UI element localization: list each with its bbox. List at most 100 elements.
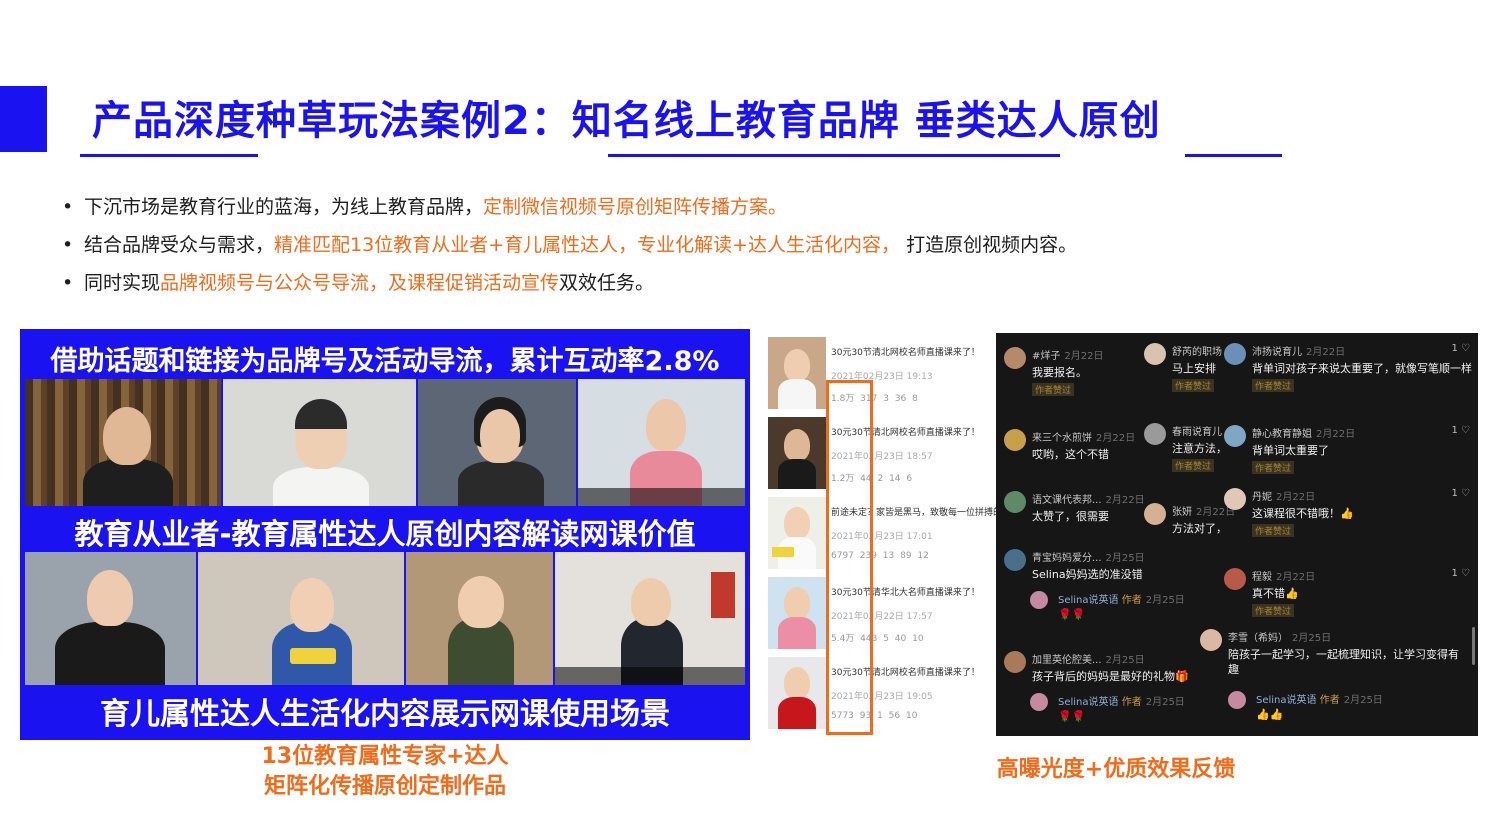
avatar [1144,343,1166,365]
comment-author: 加里英伦腔美... 2月25日 [1032,655,1145,666]
comment-author: 静心教育静姐 2月22日 [1252,429,1356,440]
comment-author: 程毅 2月22日 [1252,572,1316,583]
bullet-text: 结合品牌受众与需求， [84,234,275,256]
comment-text: 哎哟，这个不错 [1032,448,1109,461]
comment-text: 这课程很不错哦！👍 [1252,507,1354,520]
video-caption-strip [578,488,745,506]
title-underline-gap [1060,154,1185,157]
video-post-thumbnail [768,657,826,729]
comment-author: 青宝妈妈爱分... 2月25日 [1032,553,1145,564]
avatar [1144,503,1166,525]
author-liked-tag: 作者赞过 [1252,524,1295,537]
collage-caption-line: 13位教育属性专家+达人 [261,744,509,769]
avatar [1004,429,1026,451]
bullet-text: 同时实现 [84,272,161,294]
avatar [1224,488,1246,510]
comment-text: Selina妈妈选的准没错 [1032,568,1143,581]
bullet-highlight: 品牌视频号与公众号导流，及课程促销活动宣传 [160,272,560,294]
comment-text: 🌹🌹 [1058,608,1086,621]
bullet-highlight: 定制微信视频号原创矩阵传播方案。 [483,196,788,218]
like-count[interactable]: 1 ♡ [1451,425,1470,436]
author-liked-tag: 作者赞过 [1252,604,1295,617]
bullet-text: 打造原创视频内容。 [900,234,1078,256]
collage-banner-top: 借助话题和链接为品牌号及活动导流，累计互动率2.8% [50,346,720,377]
video-post-item[interactable]: 30元30节清华北大名师直播课来了！ 2021年02月22日 17:57 5.4… [768,573,988,651]
title-accent-bar [0,86,47,152]
comment-author: Selina说英语 作者 2月25日 [1058,697,1185,708]
bullet-highlight: 精准匹配13位教育从业者+育儿属性达人，专业化解读+达人生活化内容， [274,234,901,256]
avatar [1200,629,1222,651]
comment-author: 舒芮的职场 [1172,347,1222,358]
video-post-item[interactable]: 30元30节清北网校名师直播课来了！ 2021年02月23日 19:05 577… [768,653,988,731]
author-liked-tag: 作者赞过 [1172,379,1215,392]
avatar [1030,591,1048,609]
view-count-highlight-box [826,380,873,735]
comment-author: 语文课代表邦... 2月22日 [1032,495,1145,506]
comment-author: Selina说英语 作者 2月25日 [1256,695,1383,706]
avatar [1004,549,1026,571]
video-post-title: 30元30节清北网校名师直播课来了！ [831,348,980,358]
bullet-item: • 下沉市场是教育行业的蓝海，为线上教育品牌，定制微信视频号原创矩阵传播方案。 [62,188,1077,226]
comment-text: 背单词太重要了 [1252,444,1329,457]
title-underline-gap [258,154,608,157]
comment-text: 马上安排 [1172,362,1216,375]
video-thumbnail[interactable] [555,552,745,685]
comment-text: 太赞了，很需要 [1032,510,1109,523]
avatar [1224,343,1246,365]
like-count[interactable]: 1 ♡ [1451,343,1470,354]
collage-caption-line: 矩阵化传播原创定制作品 [263,774,506,799]
comment-author: 沛扬说育儿 2月22日 [1252,347,1346,358]
bullet-dot: • [62,234,74,256]
video-thumbnail[interactable] [406,552,553,685]
author-liked-tag: 作者赞过 [1032,383,1075,396]
avatar [1030,693,1048,711]
comment-text: 陪孩子一起学习，一起梳理知识，让学习变得有 [1228,648,1459,661]
video-post-item[interactable]: 30元30节清北网校名师直播课来了！ 2021年02月23日 18:57 1.2… [768,413,988,491]
author-liked-tag: 作者赞过 [1252,461,1295,474]
bullet-text: 下沉市场是教育行业的蓝海，为线上教育品牌， [84,196,484,218]
avatar [1004,347,1026,369]
bullet-text: 双效任务。 [559,272,655,294]
video-thumbnail[interactable] [25,552,196,685]
video-thumbnail[interactable] [418,379,576,506]
collage-banner-mid: 教育从业者-教育属性达人原创内容解读网课价值 [74,517,696,551]
comment-text: 🌹🌹 [1058,710,1086,723]
comments-scrollbar[interactable] [1472,627,1475,665]
comment-text: 方法对了， [1172,522,1227,535]
video-post-item[interactable]: 30元30节清北网校名师直播课来了！ 2021年02月23日 19:13 1.8… [768,333,988,411]
page-title: 产品深度种草玩法案例2：知名线上教育品牌 垂类达人原创 [92,98,1161,144]
video-post-item[interactable]: 前途未定？家皆是黑马，致敬每一位拼搏的 2021年02月23日 17:01 67… [768,493,1002,571]
comment-text: 真不错👍 [1252,587,1299,600]
avatar [1224,425,1246,447]
comments-panel: #烊子 2月22日 我要报名。 作者赞过 舒芮的职场 马上安排 作者赞过 沛扬说育… [996,333,1478,736]
video-caption-strip [555,667,745,685]
comment-text: 注意方法， [1172,442,1227,455]
video-post-thumbnail [768,497,826,569]
avatar [1004,651,1026,673]
comment-text: 👍👍 [1256,708,1284,721]
like-count[interactable]: 1 ♡ [1451,488,1470,499]
video-post-thumbnail [768,337,826,409]
bullet-dot: • [62,272,74,294]
comment-text: 背单词对孩子来说太重要了，就像写笔顺一样 [1252,362,1472,375]
avatar [1224,568,1246,590]
bullet-list: • 下沉市场是教育行业的蓝海，为线上教育品牌，定制微信视频号原创矩阵传播方案。 •… [62,188,1077,302]
comment-text: 孩子背后的妈妈是最好的礼物🎁 [1032,670,1189,683]
comment-author: 李雪（希妈） 2月25日 [1228,633,1332,644]
avatar [1228,691,1246,709]
video-thumbnail[interactable] [223,379,416,506]
avatar [1144,423,1166,445]
comment-author: 春雨说育儿 [1172,427,1222,438]
collage-caption: 13位教育属性专家+达人 矩阵化传播原创定制作品 [20,742,750,802]
video-post-thumbnail [768,417,826,489]
video-thumbnail[interactable] [198,552,404,685]
author-liked-tag: 作者赞过 [1252,379,1295,392]
collage-banner-bottom: 育儿属性达人生活化内容展示网课使用场景 [100,697,670,732]
video-thumbnail[interactable] [25,379,221,506]
bullet-item: • 同时实现品牌视频号与公众号导流，及课程促销活动宣传双效任务。 [62,264,1077,302]
like-count[interactable]: 1 ♡ [1451,568,1470,579]
video-thumbnail[interactable] [578,379,745,506]
comment-author: Selina说英语 作者 2月25日 [1058,595,1185,606]
comment-text: 我要报名。 [1032,366,1087,379]
comments-caption: 高曝光度+优质效果反馈 [996,757,1236,782]
